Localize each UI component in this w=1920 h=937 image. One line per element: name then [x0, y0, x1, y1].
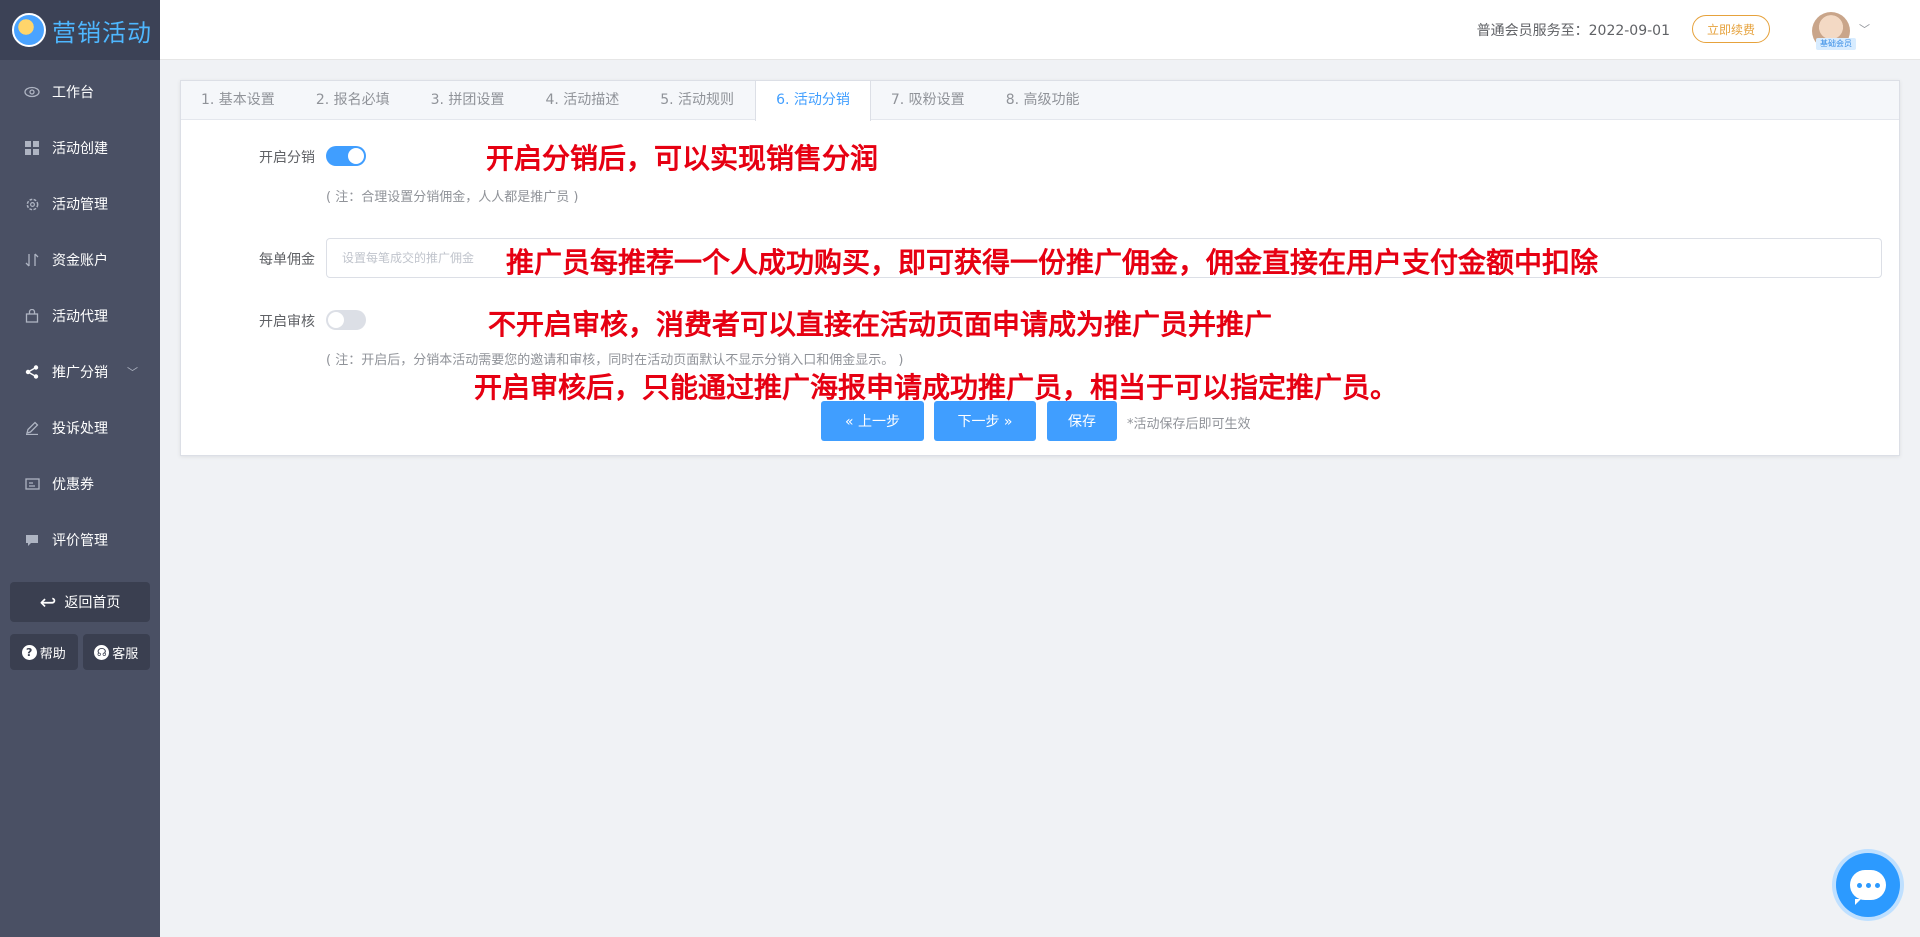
- back-home-label: 返回首页: [64, 595, 121, 611]
- gear-icon: [24, 196, 40, 212]
- annotation-no-audit: 不开启审核，消费者可以直接在活动页面申请成为推广员并推广: [488, 308, 1273, 341]
- chevron-down-icon[interactable]: ﹀: [1859, 21, 1870, 37]
- sidebar-item-label: 活动创建: [52, 141, 108, 157]
- share-icon: [24, 364, 40, 380]
- sidebar-item-label: 推广分销: [52, 365, 108, 381]
- tab-distribution[interactable]: 6. 活动分销: [755, 81, 871, 121]
- member-badge: 基础会员: [1816, 38, 1856, 50]
- help-button[interactable]: ? 帮助: [10, 634, 78, 670]
- save-hint: *活动保存后即可生效: [1127, 417, 1251, 432]
- tab-rules[interactable]: 5. 活动规则: [640, 81, 755, 119]
- sidebar-item-label: 优惠券: [52, 477, 94, 493]
- tab-signup-required[interactable]: 2. 报名必填: [296, 81, 411, 119]
- commission-label: 每单佣金: [259, 252, 315, 268]
- distribution-toggle[interactable]: [326, 146, 366, 166]
- customer-service-button[interactable]: ☊ 客服: [82, 634, 150, 670]
- sidebar-item-review[interactable]: 评价管理: [0, 512, 160, 568]
- audit-toggle[interactable]: [326, 310, 366, 330]
- tab-basic[interactable]: 1. 基本设置: [181, 81, 296, 119]
- tab-description[interactable]: 4. 活动描述: [525, 81, 640, 119]
- sidebar: 营销活动 工作台 活动创建 活动管理 资金账户 活动代理 推广分销 ﹀ 投诉处理…: [0, 0, 160, 937]
- eye-icon: [24, 84, 40, 100]
- settings-card: 1. 基本设置 2. 报名必填 3. 拼团设置 4. 活动描述 5. 活动规则 …: [180, 80, 1900, 456]
- sidebar-item-manage[interactable]: 活动管理: [0, 176, 160, 232]
- annotation-audit: 开启审核后，只能通过推广海报申请成功推广员，相当于可以指定推广员。: [474, 371, 1399, 404]
- coupon-icon: [24, 476, 40, 492]
- back-home-button[interactable]: ↩ 返回首页: [10, 582, 150, 622]
- help-label: 帮助: [39, 646, 66, 662]
- service-label: 客服: [112, 646, 139, 662]
- sidebar-item-label: 资金账户: [52, 253, 108, 269]
- sidebar-item-distribution[interactable]: 推广分销 ﹀: [0, 344, 160, 400]
- sidebar-item-coupon[interactable]: 优惠券: [0, 456, 160, 512]
- toggle-knob: [348, 148, 364, 164]
- help-service-row: ? 帮助 ☊ 客服: [10, 634, 150, 670]
- membership-expiry: 普通会员服务至：2022-09-01: [1476, 23, 1670, 39]
- sidebar-item-label: 评价管理: [52, 533, 108, 549]
- top-header: 普通会员服务至：2022-09-01 立即续费 基础会员 ﹀: [160, 0, 1920, 60]
- distribution-note: ( 注：合理设置分销佣金，人人都是推广员 ): [326, 190, 579, 205]
- tab-advanced[interactable]: 8. 高级功能: [986, 81, 1101, 119]
- transfer-icon: [24, 252, 40, 268]
- comment-icon: [24, 532, 40, 548]
- grid-icon: [24, 140, 40, 156]
- sidebar-item-funds[interactable]: 资金账户: [0, 232, 160, 288]
- sidebar-item-agent[interactable]: 活动代理: [0, 288, 160, 344]
- chat-bubble-icon: [1850, 870, 1886, 905]
- sidebar-item-label: 活动代理: [52, 309, 108, 325]
- sidebar-item-workbench[interactable]: 工作台: [0, 64, 160, 120]
- sidebar-item-create[interactable]: 活动创建: [0, 120, 160, 176]
- distribution-label: 开启分销: [259, 150, 315, 166]
- annotation-commission: 推广员每推荐一个人成功购买，即可获得一份推广佣金，佣金直接在用户支付金额中扣除: [506, 246, 1599, 279]
- toggle-knob: [328, 312, 344, 328]
- renew-button[interactable]: 立即续费: [1691, 15, 1770, 43]
- brand-title: 营销活动: [52, 18, 152, 47]
- reply-arrow-icon: ↩: [39, 590, 57, 614]
- tab-fans[interactable]: 7. 吸粉设置: [871, 81, 986, 119]
- brand[interactable]: 营销活动: [0, 0, 160, 60]
- headset-icon: ☊: [94, 644, 110, 660]
- prev-step-button[interactable]: « 上一步: [821, 401, 924, 441]
- bag-icon: [24, 308, 40, 324]
- tab-group-buy[interactable]: 3. 拼团设置: [411, 81, 526, 119]
- chevron-down-icon: ﹀: [127, 366, 138, 379]
- sidebar-item-label: 活动管理: [52, 197, 108, 213]
- question-icon: ?: [21, 644, 37, 660]
- annotation-distribution: 开启分销后，可以实现销售分润: [486, 142, 879, 175]
- next-step-button[interactable]: 下一步 »: [934, 401, 1036, 441]
- step-tabs: 1. 基本设置 2. 报名必填 3. 拼团设置 4. 活动描述 5. 活动规则 …: [181, 81, 1899, 121]
- save-button[interactable]: 保存: [1047, 401, 1117, 441]
- logo-icon: [12, 13, 46, 47]
- sidebar-item-complaint[interactable]: 投诉处理: [0, 400, 160, 456]
- sidebar-item-label: 工作台: [52, 85, 94, 101]
- audit-label: 开启审核: [259, 314, 315, 330]
- sidebar-menu: 工作台 活动创建 活动管理 资金账户 活动代理 推广分销 ﹀ 投诉处理 优惠券 …: [0, 64, 160, 568]
- edit-icon: [24, 420, 40, 436]
- chat-button[interactable]: [1836, 853, 1900, 917]
- sidebar-item-label: 投诉处理: [52, 421, 108, 437]
